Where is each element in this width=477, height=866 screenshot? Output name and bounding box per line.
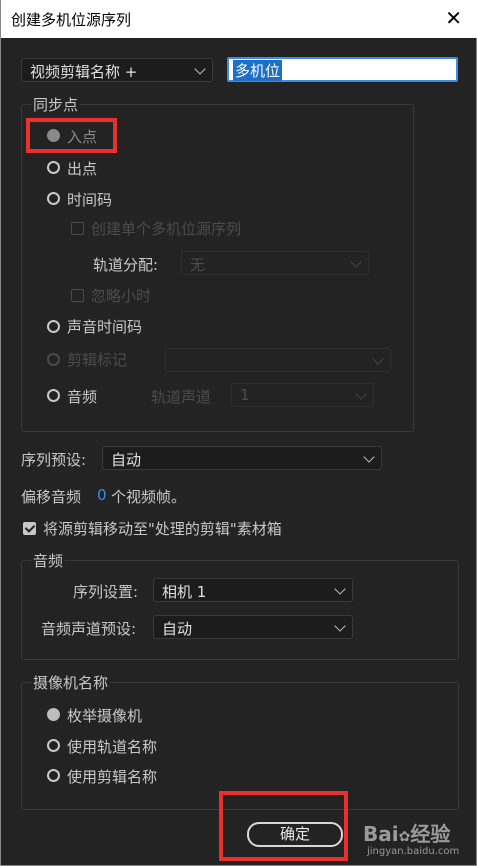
out-point-radio[interactable]	[47, 161, 60, 174]
sequence-settings-dropdown[interactable]: 相机 1	[153, 578, 353, 602]
name-source-value: 视频剪辑名称 +	[30, 63, 138, 81]
window-title: 创建多机位源序列	[11, 11, 132, 29]
clip-marker-dropdown[interactable]	[165, 348, 391, 372]
audio-sync-label: 音频	[67, 388, 98, 406]
ignore-hours-label: 忽略小时	[91, 287, 152, 305]
chevron-down-icon	[334, 583, 346, 595]
timecode-radio[interactable]	[47, 192, 60, 205]
clip-marker-radio[interactable]	[47, 353, 60, 366]
offset-audio-prefix: 偏移音频	[21, 488, 82, 506]
track-channel-dropdown[interactable]: 1	[231, 383, 374, 407]
chevron-down-icon	[355, 388, 367, 400]
audio-timecode-radio[interactable]	[47, 320, 60, 333]
chevron-down-icon	[334, 620, 346, 632]
highlight-box	[26, 118, 117, 153]
watermark-brand2: 经验	[410, 822, 451, 846]
track-assign-value: 无	[190, 256, 206, 274]
chevron-down-icon	[350, 256, 362, 268]
watermark-brand: Bai	[363, 822, 399, 846]
create-single-checkbox[interactable]	[71, 222, 84, 235]
channel-preset-label: 音频声道预设:	[41, 620, 137, 638]
title-bar: 创建多机位源序列 ✕	[1, 0, 477, 38]
use-track-names-label: 使用轨道名称	[67, 738, 158, 756]
track-assign-dropdown[interactable]: 无	[181, 251, 369, 275]
name-source-dropdown[interactable]: 视频剪辑名称 +	[21, 58, 213, 82]
chevron-down-icon	[194, 63, 206, 75]
track-channel-value: 1	[240, 386, 250, 404]
sequence-settings-value: 相机 1	[162, 583, 207, 601]
enumerate-cameras-label: 枚举摄像机	[67, 707, 143, 725]
ignore-hours-checkbox[interactable]	[71, 289, 84, 302]
use-clip-names-radio[interactable]	[47, 769, 60, 782]
sequence-preset-dropdown[interactable]: 自动	[102, 446, 382, 470]
out-point-label: 出点	[67, 160, 98, 178]
use-clip-names-label: 使用剪辑名称	[67, 768, 158, 786]
channel-preset-value: 自动	[162, 620, 193, 638]
sync-point-label: 同步点	[31, 94, 81, 115]
move-clips-checkbox[interactable]	[23, 522, 36, 535]
sequence-settings-label: 序列设置:	[73, 583, 139, 601]
move-clips-label: 将源剪辑移动至"处理的剪辑"素材箱	[43, 520, 282, 538]
clip-marker-label: 剪辑标记	[67, 351, 128, 369]
sequence-preset-label: 序列预设:	[21, 451, 87, 469]
dialog-window: 创建多机位源序列 ✕ 视频剪辑名称 + 多机位 同步点 入点 出点 时间码 创建…	[0, 0, 477, 866]
track-channel-label: 轨道声道	[151, 388, 212, 406]
sequence-name-input[interactable]: 多机位	[227, 57, 458, 82]
offset-audio-suffix: 个视频帧。	[111, 488, 187, 506]
track-assign-label: 轨道分配:	[93, 256, 159, 274]
enumerate-cameras-radio[interactable]	[47, 708, 60, 721]
audio-group	[21, 560, 459, 660]
sequence-name-value: 多机位	[233, 60, 283, 81]
use-track-names-radio[interactable]	[47, 739, 60, 752]
close-icon[interactable]: ✕	[445, 6, 462, 30]
create-single-label: 创建单个多机位源序列	[91, 220, 242, 238]
paw-icon: ✿	[398, 829, 411, 845]
audio-timecode-label: 声音时间码	[67, 318, 143, 336]
chevron-down-icon	[363, 451, 375, 463]
timecode-label: 时间码	[67, 191, 113, 209]
highlight-box	[219, 791, 348, 861]
audio-group-label: 音频	[31, 550, 66, 571]
watermark-logo: Bai✿经验	[363, 818, 450, 847]
camera-names-label: 摄像机名称	[31, 672, 111, 693]
watermark-url: jingyan.baidu.com	[367, 846, 460, 857]
offset-audio-value[interactable]: 0	[97, 486, 107, 504]
channel-preset-dropdown[interactable]: 自动	[153, 615, 353, 639]
audio-radio[interactable]	[47, 389, 60, 402]
sequence-preset-value: 自动	[111, 451, 142, 469]
chevron-down-icon	[372, 353, 384, 365]
